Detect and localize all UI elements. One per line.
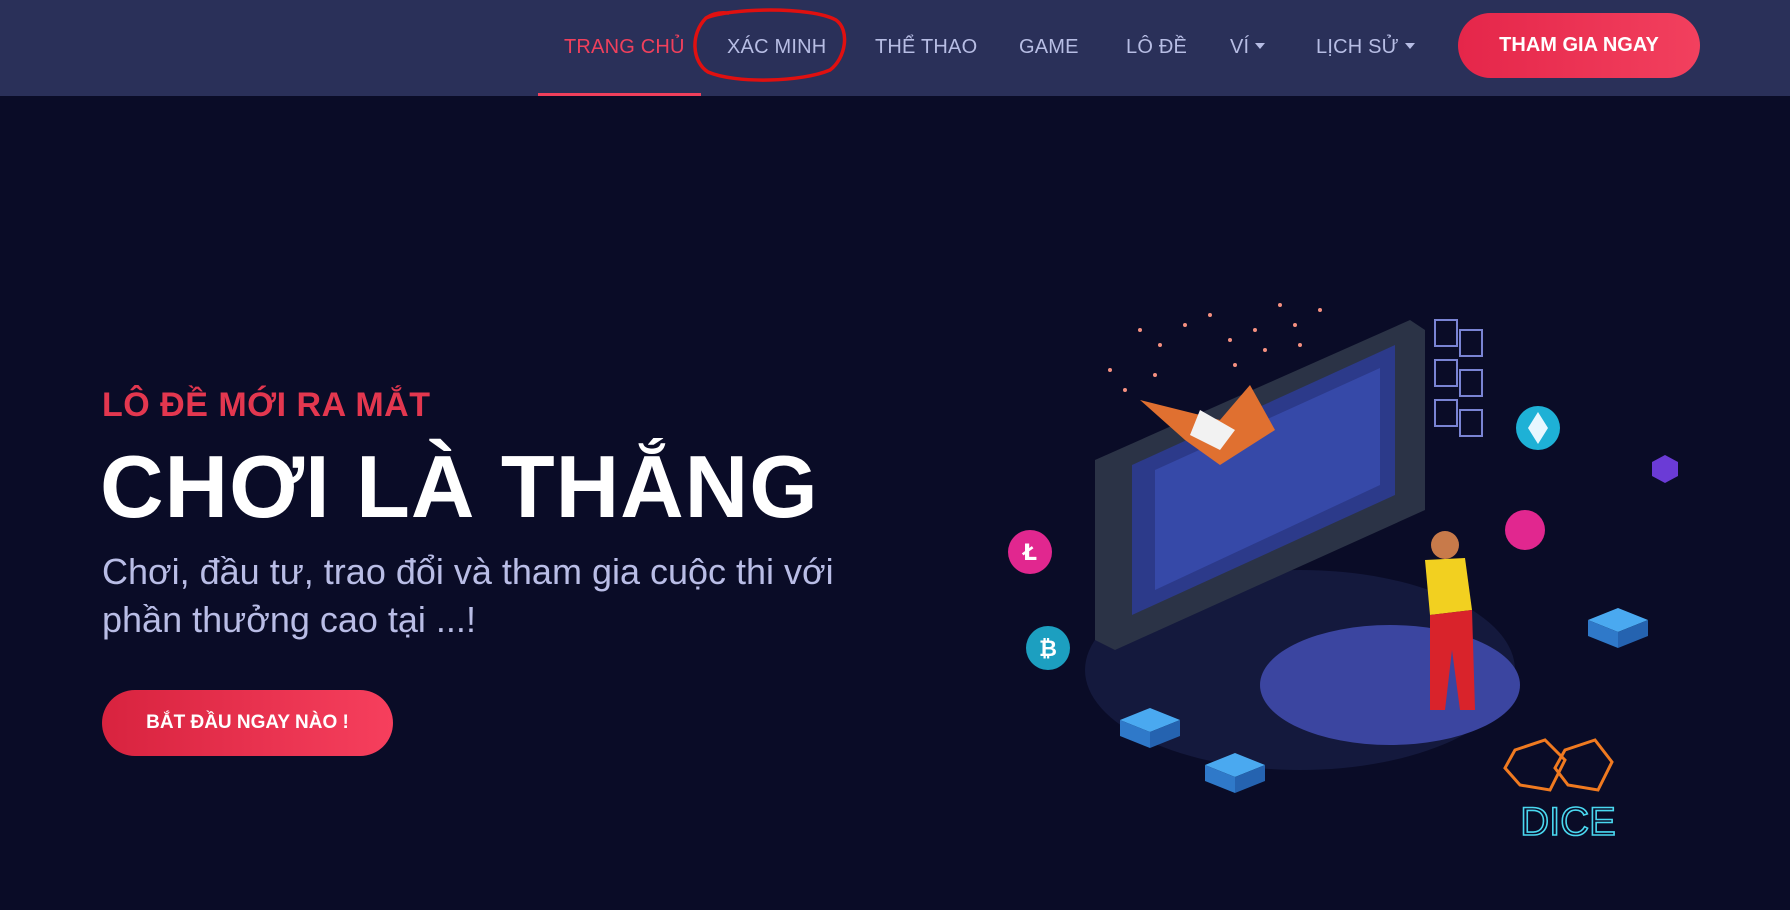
caret-down-icon [1255,42,1266,49]
dice-icon [1503,738,1614,792]
hexagon-gem-icon [1652,455,1678,483]
caret-down-icon [1404,42,1415,49]
start-now-button[interactable]: BẮT ĐẦU NGAY NÀO ! [102,690,393,756]
svg-text:Ł: Ł [1022,541,1037,566]
nav-item-wallet-label: VÍ [1230,36,1250,58]
nav-item-home[interactable]: TRANG CHỦ [564,34,685,60]
cube-stack-icon [1588,608,1648,648]
floating-panels-decoration [1434,319,1483,437]
hand-drawn-circle-annotation [693,8,847,82]
nav-item-sports[interactable]: THỂ THAO [875,34,977,60]
platform-disc [1260,625,1520,745]
nav-item-wallet-dropdown[interactable]: VÍ [1230,34,1266,60]
nav-item-game[interactable]: GAME [1019,34,1079,60]
nav-item-history-dropdown[interactable]: LỊCH SỬ [1316,34,1415,60]
hero-subtitle: Chơi, đầu tư, trao đổi và tham gia cuộc … [102,551,834,640]
nav-item-history-label: LỊCH SỬ [1316,36,1399,58]
top-navbar: TRANG CHỦ XÁC MINH THỂ THAO GAME LÔ ĐỀ V… [0,0,1790,96]
active-nav-indicator [538,93,701,96]
hero-illustration: Ł ₿ DICE [1008,303,1678,845]
hero-eyebrow: LÔ ĐỀ MỚI RA MẮT [102,386,431,424]
ripple-coin-icon [1505,510,1545,550]
hero-headline: CHƠI LÀ THẮNG [100,437,819,536]
nav-item-lottery[interactable]: LÔ ĐỀ [1126,34,1187,60]
dice-label: DICE [1520,800,1616,844]
svg-text:₿: ₿ [1039,637,1057,662]
join-now-button[interactable]: THAM GIA NGAY [1458,13,1700,78]
